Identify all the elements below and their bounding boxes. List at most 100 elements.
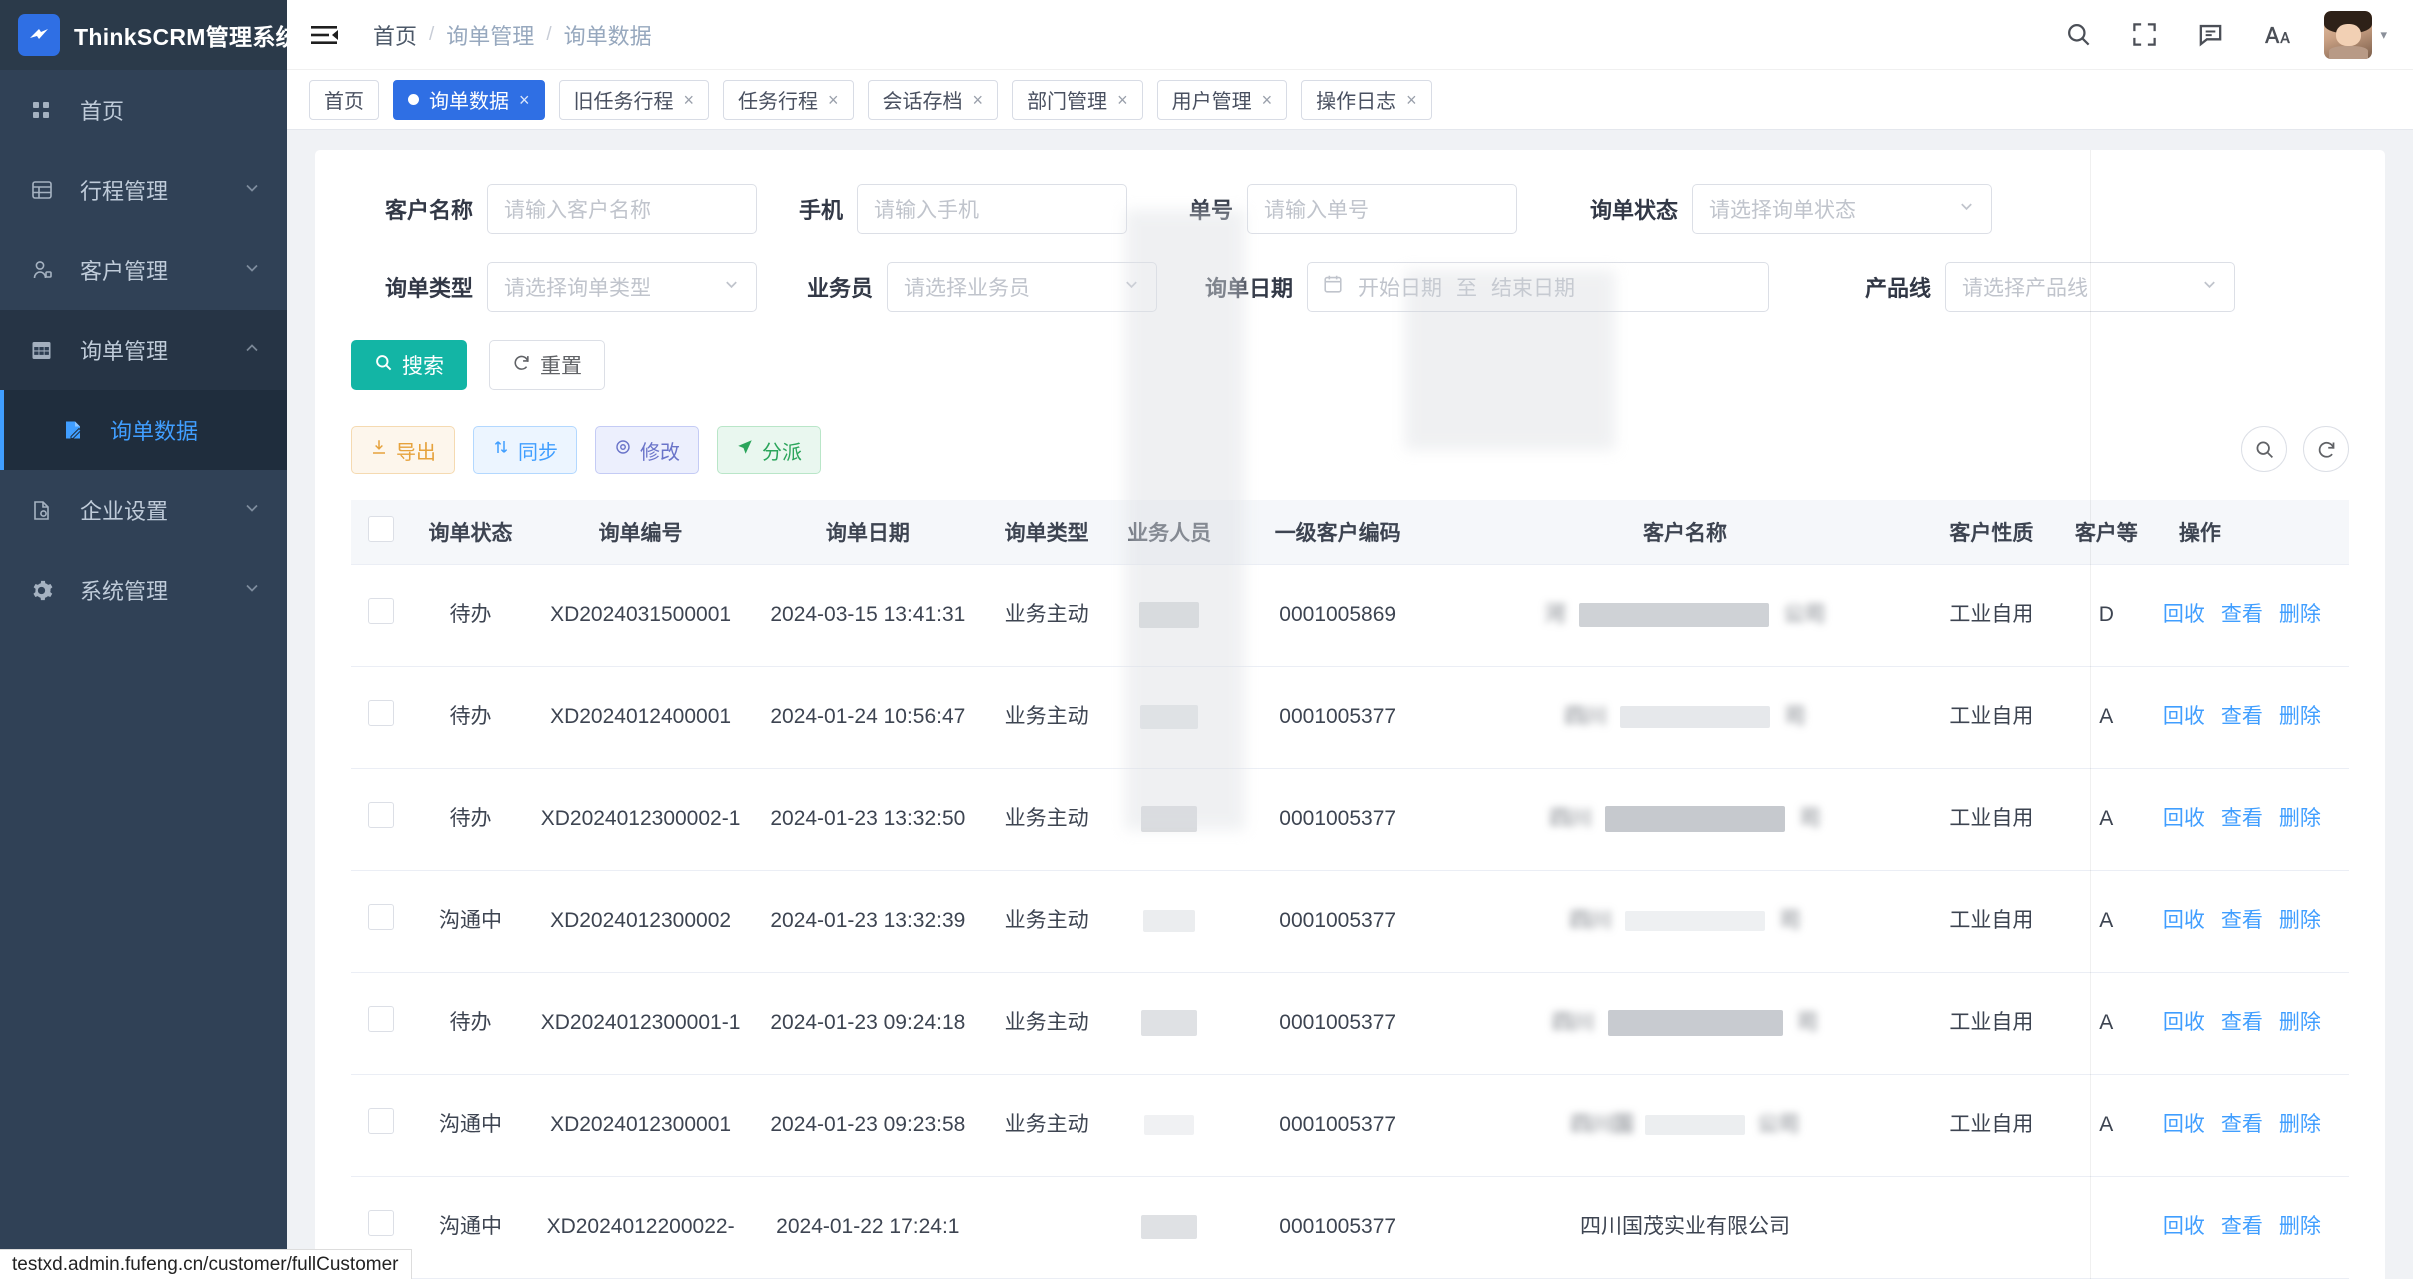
table-row[interactable]: 沟通中 XD2024012200022- 2024-01-22 17:24:1 … — [351, 1176, 2349, 1279]
close-icon[interactable]: × — [828, 91, 839, 109]
sidebar-item-enterprise-settings[interactable]: 企业设置 — [0, 470, 287, 550]
sidebar-item-inquiry-data[interactable]: 询单数据 — [0, 390, 287, 470]
app-logo[interactable]: ThinkSCRM管理系统 — [0, 0, 299, 70]
search-round-button[interactable] — [2241, 426, 2287, 472]
font-size-icon[interactable] — [2258, 17, 2294, 53]
breadcrumb-item[interactable]: 首页 — [373, 19, 417, 51]
sidebar-item-customer-management[interactable]: 客户管理 — [0, 230, 287, 310]
table-row[interactable]: 沟通中 XD2024012300001 2024-01-23 09:23:58 … — [351, 1074, 2349, 1177]
view-link[interactable]: 查看 — [2221, 703, 2263, 731]
recycle-link[interactable]: 回收 — [2163, 1009, 2205, 1037]
column-header-cust-level[interactable]: 客户等 — [2057, 500, 2155, 565]
view-link[interactable]: 查看 — [2221, 601, 2263, 629]
breadcrumb-item[interactable]: 询单管理 — [446, 19, 534, 51]
hamburger-collapse-icon[interactable] — [309, 22, 345, 48]
view-link[interactable]: 查看 — [2221, 805, 2263, 833]
sidebar-item-system-management[interactable]: 系统管理 — [0, 550, 287, 630]
delete-link[interactable]: 删除 — [2279, 601, 2321, 629]
close-icon[interactable]: × — [1406, 91, 1417, 109]
customer-name-input[interactable]: 请输入客户名称 — [487, 184, 757, 234]
tab-operation-log[interactable]: 操作日志 × — [1301, 79, 1432, 120]
delete-link[interactable]: 删除 — [2279, 1111, 2321, 1139]
view-link[interactable]: 查看 — [2221, 907, 2263, 935]
close-icon[interactable]: × — [519, 91, 530, 109]
sidebar-item-label: 询单管理 — [80, 339, 169, 364]
tab-session-archive[interactable]: 会话存档 × — [867, 79, 999, 120]
sidebar-item-home[interactable]: 首页 — [0, 70, 287, 150]
column-header-order-date[interactable]: 询单日期 — [750, 500, 986, 565]
search-icon[interactable] — [2060, 17, 2096, 53]
fullscreen-icon[interactable] — [2126, 17, 2162, 53]
close-icon[interactable]: × — [973, 91, 984, 109]
delete-link[interactable]: 删除 — [2279, 703, 2321, 731]
table-icon — [30, 178, 64, 202]
search-button[interactable]: 搜索 — [351, 340, 467, 390]
sidebar-item-inquiry-management[interactable]: 询单管理 — [0, 310, 287, 390]
view-link[interactable]: 查看 — [2221, 1111, 2263, 1139]
column-header-salesperson[interactable]: 业务人员 — [1107, 500, 1231, 565]
row-checkbox[interactable] — [367, 699, 394, 726]
cell-salesperson — [1107, 666, 1231, 769]
tab-department-management[interactable]: 部门管理 × — [1012, 79, 1143, 120]
row-checkbox[interactable] — [367, 1005, 394, 1032]
table-row[interactable]: 待办 XD2024012400001 2024-01-24 10:56:47 业… — [351, 666, 2349, 769]
tab-home[interactable]: 首页 — [309, 79, 379, 120]
product-line-select[interactable]: 请选择产品线 — [1945, 262, 2235, 312]
recycle-link[interactable]: 回收 — [2163, 805, 2205, 833]
edit-button[interactable]: 修改 — [595, 426, 699, 474]
row-checkbox[interactable] — [367, 903, 394, 930]
recycle-link[interactable]: 回收 — [2163, 907, 2205, 935]
gear-icon — [30, 579, 64, 602]
row-checkbox[interactable] — [367, 1107, 394, 1134]
table-row[interactable]: 待办 XD2024012300001-1 2024-01-23 09:24:18… — [351, 972, 2349, 1075]
cell-cust-nature: 工业自用 — [1925, 768, 2058, 871]
row-checkbox[interactable] — [367, 597, 394, 624]
view-link[interactable]: 查看 — [2221, 1009, 2263, 1037]
sidebar-item-trip-management[interactable]: 行程管理 — [0, 150, 287, 230]
close-icon[interactable]: × — [1262, 91, 1273, 109]
row-checkbox[interactable] — [367, 1209, 394, 1236]
chat-bubble-icon[interactable] — [2192, 17, 2228, 53]
avatar[interactable]: ▾ — [2324, 10, 2387, 59]
column-header-cust-name[interactable]: 客户名称 — [1444, 500, 1926, 565]
column-header-cust-code[interactable]: 一级客户编码 — [1230, 500, 1445, 565]
inquiry-type-select[interactable]: 请选择询单类型 — [487, 262, 757, 312]
field-label: 单号 — [1188, 198, 1233, 223]
row-select-cell — [351, 1074, 411, 1177]
tab-old-task-trip[interactable]: 旧任务行程 × — [558, 79, 710, 120]
view-link[interactable]: 查看 — [2221, 1213, 2263, 1241]
order-no-input[interactable]: 请输入单号 — [1247, 184, 1517, 234]
recycle-link[interactable]: 回收 — [2163, 703, 2205, 731]
reset-button[interactable]: 重置 — [489, 340, 605, 390]
tab-user-management[interactable]: 用户管理 × — [1156, 79, 1288, 120]
column-header-order-type[interactable]: 询单类型 — [985, 500, 1108, 565]
assign-button[interactable]: 分派 — [717, 426, 821, 474]
row-checkbox[interactable] — [367, 801, 394, 828]
table-row[interactable]: 待办 XD2024012300002-1 2024-01-23 13:32:50… — [351, 768, 2349, 871]
table-row[interactable]: 待办 XD2024031500001 2024-03-15 13:41:31 业… — [351, 564, 2349, 667]
table-row[interactable]: 沟通中 XD2024012300002 2024-01-23 13:32:39 … — [351, 870, 2349, 973]
tab-task-trip[interactable]: 任务行程 × — [723, 79, 854, 120]
delete-link[interactable]: 删除 — [2279, 907, 2321, 935]
tab-inquiry-data[interactable]: 询单数据 × — [393, 79, 545, 120]
sync-button[interactable]: 同步 — [473, 426, 577, 474]
phone-input[interactable]: 请输入手机 — [857, 184, 1127, 234]
salesperson-select[interactable]: 请选择业务员 — [887, 262, 1157, 312]
column-header-status[interactable]: 询单状态 — [410, 500, 531, 565]
cell-cust-code: 0001005377 — [1230, 1176, 1445, 1279]
recycle-link[interactable]: 回收 — [2163, 1111, 2205, 1139]
delete-link[interactable]: 删除 — [2279, 805, 2321, 833]
recycle-link[interactable]: 回收 — [2163, 1213, 2205, 1241]
recycle-link[interactable]: 回收 — [2163, 601, 2205, 629]
export-button[interactable]: 导出 — [351, 426, 455, 474]
inquiry-date-range-picker[interactable]: 开始日期 至 结束日期 — [1307, 262, 1769, 312]
refresh-round-button[interactable] — [2303, 426, 2349, 472]
inquiry-status-select[interactable]: 请选择询单状态 — [1692, 184, 1992, 234]
column-header-cust-nature[interactable]: 客户性质 — [1925, 500, 2058, 565]
select-all-checkbox[interactable] — [367, 515, 394, 542]
close-icon[interactable]: × — [1117, 91, 1128, 109]
delete-link[interactable]: 删除 — [2279, 1009, 2321, 1037]
column-header-order-no[interactable]: 询单编号 — [530, 500, 751, 565]
delete-link[interactable]: 删除 — [2279, 1213, 2321, 1241]
close-icon[interactable]: × — [684, 91, 695, 109]
